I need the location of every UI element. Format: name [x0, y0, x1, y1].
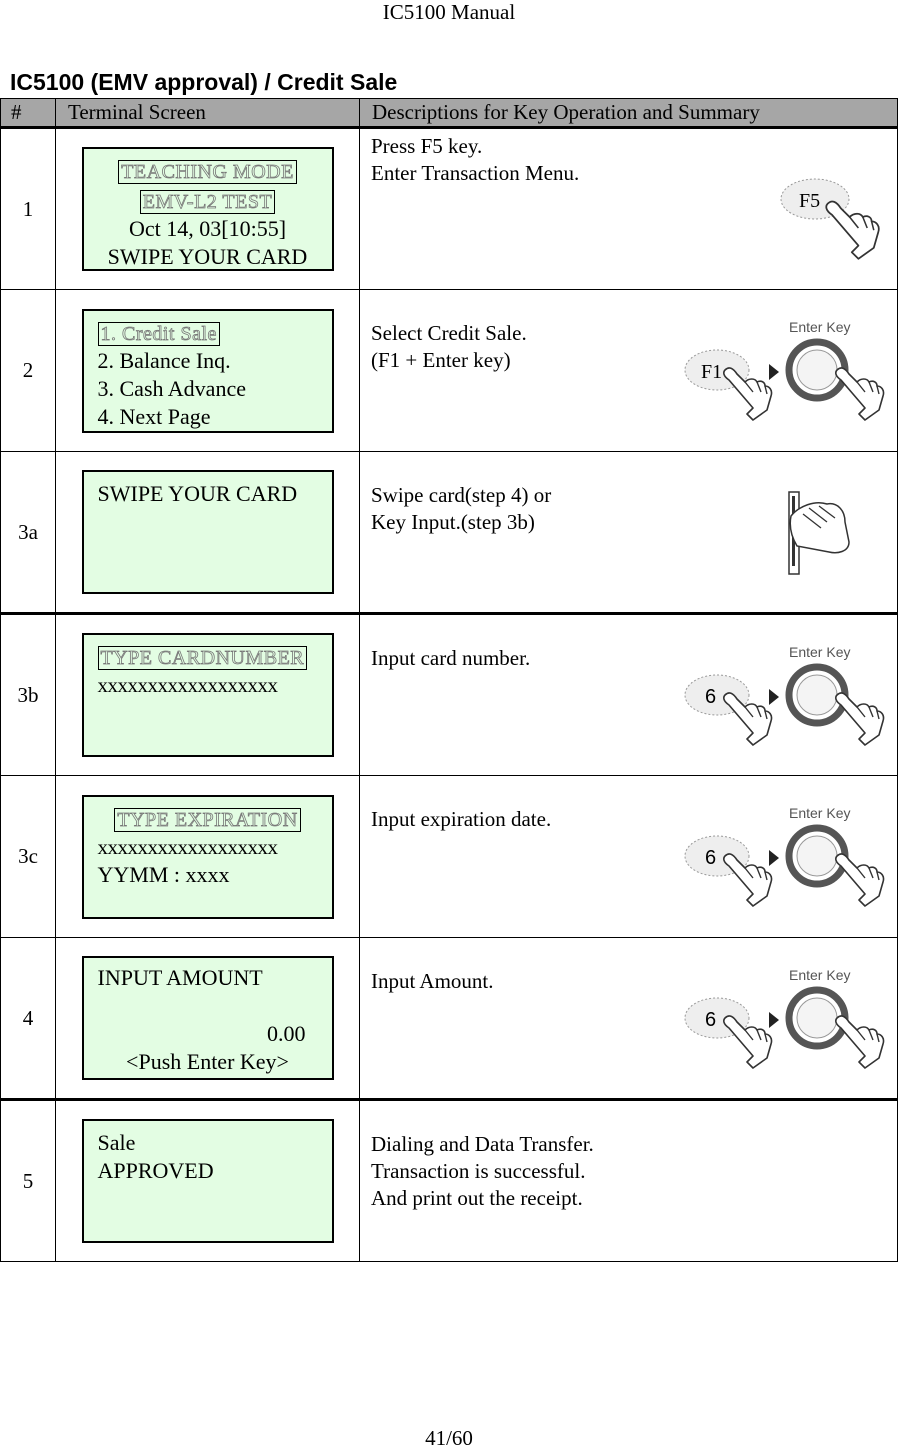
enter-key-label: Enter Key	[789, 319, 850, 335]
description-cell: Input expiration date. Enter Key 6	[359, 775, 898, 938]
description-line: Select Credit Sale.	[371, 321, 527, 345]
status-approved: APPROVED	[97, 1158, 214, 1183]
terminal-screen: SWIPE YOUR CARD	[81, 470, 334, 594]
terminal-screen-cell: TEACHING MODE EMV-L2 TEST Oct 14, 03[10:…	[55, 127, 360, 290]
steps-table: # Terminal Screen Descriptions for Key O…	[0, 98, 898, 1262]
page-number: 41/60	[425, 1426, 473, 1450]
table-row: 1 TEACHING MODE EMV-L2 TEST Oct 14, 03[1…	[0, 127, 898, 290]
screen-line: <Push Enter Key>	[126, 1049, 289, 1074]
terminal-screen: TYPE CARDNUMBER xxxxxxxxxxxxxxxxxx	[81, 633, 334, 757]
table-row: 5 Sale APPROVED Dialing and Data Transfe…	[0, 1098, 898, 1262]
screen-highlight-line: EMV-L2 TEST	[139, 190, 276, 214]
terminal-screen-cell: INPUT AMOUNT 0.00 <Push Enter Key>	[55, 937, 360, 1100]
terminal-screen-cell: TYPE EXPIRATION xxxxxxxxxxxxxxxxxx YYMM …	[55, 775, 360, 938]
f5-key-press-icon: F5	[780, 178, 880, 260]
column-header-terminal-screen: Terminal Screen	[55, 98, 360, 129]
key-label: F5	[799, 190, 820, 212]
enter-key-label: Enter Key	[789, 644, 850, 660]
masked-card-number: xxxxxxxxxxxxxxxxxx	[97, 834, 279, 859]
table-header-row: # Terminal Screen Descriptions for Key O…	[0, 98, 898, 129]
description-line: Input expiration date.	[371, 807, 552, 831]
step-number: 2	[0, 289, 56, 452]
key-label: 6	[705, 1009, 716, 1031]
screen-line: 3. Cash Advance	[97, 375, 246, 401]
terminal-screen-cell: TYPE CARDNUMBER xxxxxxxxxxxxxxxxxx	[55, 612, 360, 776]
amount-value: 0.00	[267, 1021, 306, 1046]
section-title: IC5100 (EMV approval) / Credit Sale	[10, 69, 398, 95]
description-line: Transaction is successful.	[371, 1159, 586, 1183]
description-line: Input Amount.	[371, 969, 494, 993]
screen-line: Oct 14, 03[10:55]	[128, 216, 287, 241]
arrow-right-icon	[769, 364, 779, 380]
masked-card-number: xxxxxxxxxxxxxxxxxx	[97, 673, 279, 697]
table-row: 4 INPUT AMOUNT 0.00 <Push Enter Key> Inp…	[0, 937, 898, 1100]
table-row: 2 1. Credit Sale 2. Balance Inq. 3. Cash…	[0, 289, 898, 452]
step-number: 1	[0, 127, 56, 290]
description-cell: Swipe card(step 4) or Key Input.(step 3b…	[359, 451, 898, 614]
description-line: Swipe card(step 4) or	[371, 483, 552, 507]
screen-highlight-line: TEACHING MODE	[118, 160, 297, 184]
screen-highlight-line: TYPE CARDNUMBER	[97, 646, 308, 670]
enter-key-label: Enter Key	[789, 967, 850, 983]
step-number: 3b	[0, 612, 56, 776]
screen-line: Sale	[97, 1130, 136, 1155]
screen-line: 4. Next Page	[97, 403, 211, 429]
table-row: 3b TYPE CARDNUMBER xxxxxxxxxxxxxxxxxx In…	[0, 612, 898, 776]
step-number: 3a	[0, 451, 56, 614]
card-swipe-icon	[788, 491, 850, 575]
description-line: Key Input.(step 3b)	[371, 510, 535, 534]
column-header-number: #	[0, 98, 56, 129]
column-header-description: Descriptions for Key Operation and Summa…	[359, 98, 898, 129]
screen-line: INPUT AMOUNT	[97, 965, 263, 990]
digit-then-enter-key-icon: Enter Key 6	[684, 805, 885, 907]
step-number: 3c	[0, 775, 56, 938]
description-line: Enter Transaction Menu.	[371, 161, 580, 185]
description-cell: Input Amount. Enter Key 6	[359, 937, 898, 1100]
key-label: 6	[705, 686, 716, 708]
key-label: F1	[701, 361, 722, 383]
table-row: 3a SWIPE YOUR CARD Swipe card(step 4) or…	[0, 451, 898, 614]
key-label: 6	[705, 847, 716, 869]
description-line: And print out the receipt.	[371, 1186, 583, 1210]
table-row: 3c TYPE EXPIRATION xxxxxxxxxxxxxxxxxx YY…	[0, 775, 898, 938]
terminal-screen-cell: Sale APPROVED	[55, 1098, 360, 1262]
description-line: (F1 + Enter key)	[371, 348, 511, 372]
digit-then-enter-key-icon: Enter Key 6	[684, 644, 885, 746]
description-cell: Press F5 key. Enter Transaction Menu. F5	[359, 127, 898, 290]
running-header: IC5100 Manual	[382, 0, 516, 24]
terminal-screen: TEACHING MODE EMV-L2 TEST Oct 14, 03[10:…	[81, 147, 334, 271]
digit-then-enter-key-icon: Enter Key 6	[684, 967, 885, 1069]
screen-line: SWIPE YOUR CARD	[107, 244, 308, 269]
expiry-line: YYMM : xxxx	[97, 861, 230, 887]
screen-highlight-line: 1. Credit Sale	[97, 321, 220, 346]
step-number: 5	[0, 1098, 56, 1262]
description-line: Input card number.	[371, 646, 531, 670]
step-number: 4	[0, 937, 56, 1100]
description-line: Press F5 key.	[371, 134, 483, 158]
description-cell: Select Credit Sale. (F1 + Enter key) Ent…	[359, 289, 898, 452]
screen-highlight-line: TYPE EXPIRATION	[114, 807, 301, 832]
f1-then-enter-key-icon: Enter Key F1	[684, 319, 885, 421]
terminal-screen-cell: SWIPE YOUR CARD	[55, 451, 360, 614]
screen-line: SWIPE YOUR CARD	[97, 481, 298, 506]
enter-key-label: Enter Key	[789, 805, 850, 821]
terminal-screen: 1. Credit Sale 2. Balance Inq. 3. Cash A…	[81, 308, 334, 433]
terminal-screen: Sale APPROVED	[81, 1119, 334, 1243]
terminal-screen-cell: 1. Credit Sale 2. Balance Inq. 3. Cash A…	[55, 289, 360, 452]
description-cell: Input card number. Enter Key 6	[359, 612, 898, 776]
screen-line: 2. Balance Inq.	[97, 347, 231, 373]
description-cell: Dialing and Data Transfer. Transaction i…	[359, 1098, 898, 1262]
description-line: Dialing and Data Transfer.	[371, 1132, 594, 1156]
terminal-screen: TYPE EXPIRATION xxxxxxxxxxxxxxxxxx YYMM …	[81, 794, 334, 919]
terminal-screen: INPUT AMOUNT 0.00 <Push Enter Key>	[81, 956, 334, 1080]
